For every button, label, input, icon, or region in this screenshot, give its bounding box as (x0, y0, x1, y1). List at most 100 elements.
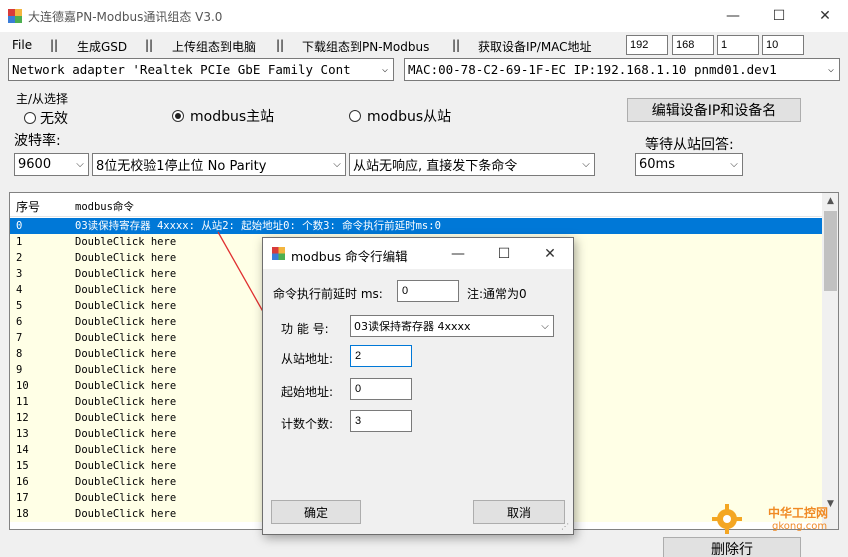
row-index: 11 (16, 396, 29, 408)
chevron-down-icon: ⌵ (333, 159, 341, 170)
ip-octet-2[interactable] (672, 35, 714, 55)
start-address-input[interactable] (350, 378, 412, 400)
network-adapter-value: Network adapter 'Realtek PCIe GbE Family… (12, 62, 351, 77)
radio-selected-icon (172, 110, 184, 122)
menu-separator: || (452, 38, 461, 52)
close-button[interactable]: ✕ (802, 0, 848, 32)
command-edit-dialog: modbus 命令行编辑 — ☐ ✕ 命令执行前延时 ms: 注:通常为0 功 … (262, 237, 574, 535)
column-header-index[interactable]: 序号 (16, 198, 40, 215)
count-input[interactable] (350, 410, 412, 432)
row-command: DoubleClick here (75, 348, 177, 360)
row-index: 17 (16, 492, 29, 504)
ip-octet-1[interactable] (626, 35, 668, 55)
chevron-down-icon: ⌵ (76, 159, 84, 170)
row-command: DoubleClick here (75, 460, 177, 472)
ip-octet-4[interactable] (762, 35, 804, 55)
minimize-button[interactable]: — (710, 0, 756, 32)
menu-separator: || (145, 38, 154, 52)
row-index: 16 (16, 476, 29, 488)
function-label: 功 能 号: (281, 322, 329, 336)
baud-label: 波特率: (14, 133, 61, 149)
parity-select[interactable]: 8位无校验1停止位 No Parity ⌵ (92, 153, 346, 176)
row-index: 8 (16, 348, 23, 360)
menu-upload-config[interactable]: 上传组态到电脑 (172, 38, 256, 55)
chevron-down-icon: ⌵ (381, 64, 389, 75)
window-title: 大连德嘉PN-Modbus通讯组态 V3.0 (28, 10, 223, 24)
radio-master-label: modbus主站 (190, 109, 275, 125)
no-response-value: 从站无响应, 直接发下条命令 (353, 159, 518, 174)
ip-octet-3[interactable] (717, 35, 759, 55)
row-command: DoubleClick here (75, 428, 177, 440)
menu-generate-gsd[interactable]: 生成GSD (77, 38, 127, 55)
table-row[interactable]: 0 03读保持寄存器 4xxxx: 从站2: 起始地址0: 个数3: 命令执行前延… (10, 218, 822, 234)
slave-address-label: 从站地址: (281, 352, 334, 366)
radio-none-label: 无效 (40, 111, 68, 127)
baud-value: 9600 (18, 157, 52, 172)
chevron-down-icon: ⌵ (730, 159, 738, 170)
row-command: DoubleClick here (75, 316, 177, 328)
mode-group-label: 主/从选择 (16, 92, 69, 106)
maximize-icon: ☐ (772, 8, 786, 24)
scroll-up-icon[interactable]: ▲ (824, 196, 837, 206)
dialog-minimize-button[interactable]: — (435, 238, 481, 269)
slave-address-input[interactable] (350, 345, 412, 367)
menu-get-ip-mac[interactable]: 获取设备IP/MAC地址 (478, 38, 592, 55)
vertical-scrollbar[interactable]: ▲ ▼ (822, 193, 838, 529)
radio-master[interactable]: modbus主站 (172, 106, 274, 126)
baud-select[interactable]: 9600 ⌵ (14, 153, 89, 176)
row-index: 18 (16, 508, 29, 520)
menu-separator: || (50, 38, 59, 52)
dialog-title-bar: modbus 命令行编辑 — ☐ ✕ (263, 238, 573, 269)
function-value: 03读保持寄存器 4xxxx (354, 320, 471, 333)
network-adapter-select[interactable]: Network adapter 'Realtek PCIe GbE Family… (8, 58, 394, 81)
maximize-button[interactable]: ☐ (756, 0, 802, 32)
function-select[interactable]: 03读保持寄存器 4xxxx ⌵ (350, 315, 554, 337)
wait-value: 60ms (639, 157, 675, 172)
row-command: DoubleClick here (75, 252, 177, 264)
resize-grip-icon[interactable]: ⋰ (561, 522, 571, 532)
row-command: 03读保持寄存器 4xxxx: 从站2: 起始地址0: 个数3: 命令执行前延时… (75, 220, 441, 232)
delete-row-button[interactable]: 删除行 (663, 537, 801, 557)
dialog-close-button[interactable]: ✕ (527, 238, 573, 269)
column-header-command[interactable]: modbus命令 (75, 199, 134, 214)
row-index: 3 (16, 268, 23, 280)
row-index: 4 (16, 284, 23, 296)
row-index: 2 (16, 252, 23, 264)
watermark-logo: 中华工控网 gkong.com (712, 500, 842, 540)
count-label: 计数个数: (281, 417, 334, 431)
row-index: 5 (16, 300, 23, 312)
row-command: DoubleClick here (75, 332, 177, 344)
edit-device-ip-button[interactable]: 编辑设备IP和设备名 (627, 98, 801, 122)
radio-circle-icon (24, 112, 36, 124)
gear-icon (712, 504, 742, 534)
radio-slave-label: modbus从站 (367, 109, 452, 125)
wait-select[interactable]: 60ms ⌵ (635, 153, 743, 176)
wait-label: 等待从站回答: (645, 137, 734, 153)
row-command: DoubleClick here (75, 476, 177, 488)
no-response-select[interactable]: 从站无响应, 直接发下条命令 ⌵ (349, 153, 595, 176)
close-icon: ✕ (544, 245, 556, 262)
ok-button[interactable]: 确定 (271, 500, 361, 524)
row-index: 1 (16, 236, 23, 248)
row-index: 0 (16, 220, 23, 232)
radio-slave[interactable]: modbus从站 (349, 106, 451, 126)
cancel-button[interactable]: 取消 (473, 500, 565, 524)
delay-note: 注:通常为0 (467, 287, 527, 301)
row-index: 7 (16, 332, 23, 344)
radio-none[interactable]: 无效 (24, 108, 68, 128)
row-index: 13 (16, 428, 29, 440)
dialog-maximize-button[interactable]: ☐ (481, 238, 527, 269)
watermark-url: gkong.com (772, 521, 828, 532)
mac-ip-select[interactable]: MAC:00-78-C2-69-1F-EC IP:192.168.1.10 pn… (404, 58, 840, 81)
scroll-thumb[interactable] (824, 211, 837, 291)
row-index: 12 (16, 412, 29, 424)
maximize-icon: ☐ (497, 245, 511, 262)
app-icon (272, 247, 285, 260)
list-header: 序号 modbus命令 (10, 193, 822, 217)
app-icon (8, 9, 22, 23)
delay-input[interactable] (397, 280, 459, 302)
menu-file[interactable]: File (12, 38, 32, 52)
menu-download-config[interactable]: 下载组态到PN-Modbus (302, 38, 429, 55)
close-icon: ✕ (819, 8, 831, 24)
row-index: 9 (16, 364, 23, 376)
